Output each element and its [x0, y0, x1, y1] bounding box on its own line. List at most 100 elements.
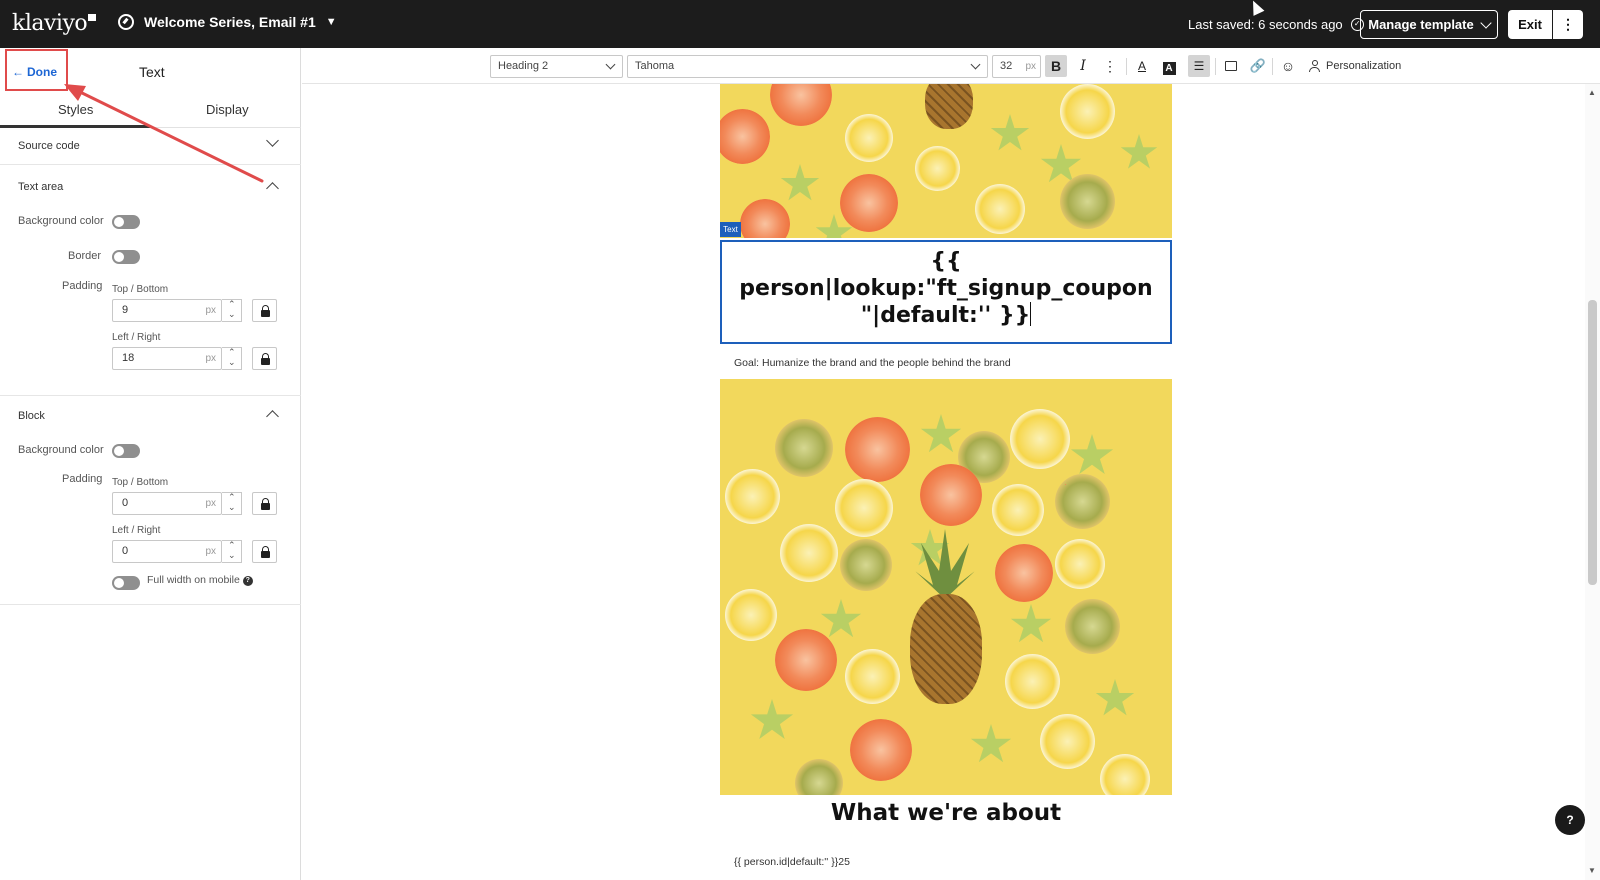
pineapple [910, 594, 982, 704]
tab-display[interactable]: Display [206, 102, 249, 117]
lemon-slice [992, 484, 1044, 536]
star-fruit [820, 599, 862, 638]
scroll-up-icon[interactable]: ▲ [1588, 88, 1596, 97]
campaign-title: Welcome Series, Email #1 [144, 14, 316, 30]
font-family-select[interactable]: Tahoma [627, 55, 988, 78]
full-width-mobile-toggle[interactable] [112, 576, 140, 590]
block-top-bottom-value: 0 [122, 497, 129, 509]
personalization-button[interactable]: Personalization [1309, 60, 1401, 72]
align-center-icon[interactable]: ☰ [1188, 55, 1210, 77]
lemon-slice [1010, 409, 1070, 469]
campaign-title-dropdown[interactable]: Welcome Series, Email #1 ▼ [118, 14, 337, 30]
block-top-bottom-input[interactable]: 0 px [112, 492, 222, 515]
fruit-image-top[interactable] [720, 84, 1172, 238]
top-bar: klaviyo Welcome Series, Email #1 ▼ Last … [0, 0, 1600, 48]
text-area-left-right-stepper[interactable] [222, 347, 242, 370]
emoji-icon[interactable]: ☺ [1277, 55, 1299, 77]
chevron-up-icon[interactable] [266, 410, 279, 423]
highlight-glyph: A [1162, 62, 1176, 75]
scrollbar-thumb[interactable] [1588, 300, 1597, 585]
bold-icon[interactable]: B [1045, 55, 1067, 77]
px-unit: px [205, 305, 216, 316]
text-area-section-label: Text area [18, 181, 64, 193]
lock-button[interactable] [252, 492, 277, 515]
chevron-down-icon [970, 59, 981, 70]
lock-button[interactable] [252, 540, 277, 563]
block-top-bottom-label: Top / Bottom [112, 477, 169, 488]
done-button[interactable]: ← Done [12, 65, 57, 79]
toolbar-divider [1126, 58, 1127, 75]
link-icon[interactable]: 🔗 [1247, 55, 1269, 77]
lock-body [261, 358, 270, 365]
block-bg-color-label: Background color [18, 444, 104, 456]
exit-button[interactable]: Exit [1508, 10, 1552, 39]
italic-icon[interactable]: I [1072, 55, 1094, 77]
kiwano-slice [1055, 474, 1110, 529]
text-area-left-right-input[interactable]: 18 px [112, 347, 222, 370]
source-code-section[interactable]: Source code [0, 128, 301, 165]
chevron-up-icon[interactable] [266, 182, 279, 195]
selected-text-block[interactable]: {{ person|lookup:"ft_signup_coupon "|def… [720, 240, 1172, 344]
help-icon[interactable]: ? [242, 576, 253, 586]
scroll-down-icon[interactable]: ▼ [1588, 866, 1596, 875]
text-area-top-bottom-stepper[interactable] [222, 299, 242, 322]
block-bg-color-toggle[interactable] [112, 444, 140, 458]
lock-button[interactable] [252, 299, 277, 322]
grapefruit-slice [720, 109, 770, 164]
full-width-mobile-label: Full width on mobile? [147, 574, 253, 586]
font-size-value: 32 [1000, 60, 1013, 72]
px-unit: px [205, 498, 216, 509]
grapefruit-slice [995, 544, 1053, 602]
lemon-slice [1100, 754, 1150, 795]
text-area-top-bottom-input[interactable]: 9 px [112, 299, 222, 322]
text-area-bg-color-toggle[interactable] [112, 215, 140, 229]
text-style-select[interactable]: Heading 2 [490, 55, 623, 78]
lock-body [261, 551, 270, 558]
lemon-slice [725, 589, 777, 641]
text-style-value: Heading 2 [498, 60, 549, 72]
text-color-icon[interactable]: A [1131, 55, 1153, 77]
more-format-icon[interactable]: ⋮ [1099, 55, 1121, 77]
image-icon[interactable] [1220, 55, 1242, 77]
tab-styles[interactable]: Styles [58, 102, 93, 117]
styles-panel: ← Done Text Styles Display Source code T… [0, 48, 301, 880]
grapefruit-slice [850, 719, 912, 781]
goal-text[interactable]: Goal: Humanize the brand and the people … [734, 357, 1011, 369]
block-left-right-value: 0 [122, 545, 129, 557]
lemon-slice [780, 524, 838, 582]
block-left-right-input[interactable]: 0 px [112, 540, 222, 563]
text-area-bg-color-label: Background color [18, 215, 104, 227]
image-frame [1225, 61, 1237, 71]
caret-down-icon: ▼ [325, 16, 337, 28]
heading-line: "|default:'' }} [860, 303, 1031, 328]
manage-template-label: Manage template [1368, 17, 1474, 32]
mouse-cursor-icon [1247, 0, 1265, 16]
logo-text: klaviyo [12, 11, 88, 36]
save-status: Last saved: 6 seconds ago ✓ [1188, 17, 1364, 32]
border-toggle[interactable] [112, 250, 140, 264]
toolbar-divider [1215, 58, 1216, 75]
more-options-button[interactable]: ⋮ [1553, 10, 1583, 39]
lock-button[interactable] [252, 347, 277, 370]
manage-template-button[interactable]: Manage template [1360, 10, 1498, 39]
block-top-bottom-stepper[interactable] [222, 492, 242, 515]
grapefruit-slice [920, 464, 982, 526]
highlight-color-icon[interactable]: A [1158, 55, 1180, 77]
lemon-slice [1005, 654, 1060, 709]
about-heading[interactable]: What we're about [720, 800, 1172, 826]
block-left-right-stepper[interactable] [222, 540, 242, 563]
footer-code-text[interactable]: {{ person.id|default:'' }}25 [734, 856, 850, 868]
block-left-right-label: Left / Right [112, 525, 161, 536]
help-button[interactable]: ? [1555, 805, 1585, 835]
klaviyo-logo[interactable]: klaviyo [12, 11, 97, 36]
heading-editable-text[interactable]: {{ person|lookup:"ft_signup_coupon "|def… [734, 248, 1158, 329]
text-area-top-bottom-value: 9 [122, 304, 129, 316]
toolbar-divider [1272, 58, 1273, 75]
fruit-image-main[interactable] [720, 379, 1172, 795]
star-fruit [780, 164, 820, 201]
star-fruit [1070, 434, 1114, 475]
chevron-down-icon [266, 134, 279, 147]
lock-body [261, 503, 270, 510]
lemon-slice [975, 184, 1025, 234]
font-size-input[interactable]: 32 px [992, 55, 1041, 78]
